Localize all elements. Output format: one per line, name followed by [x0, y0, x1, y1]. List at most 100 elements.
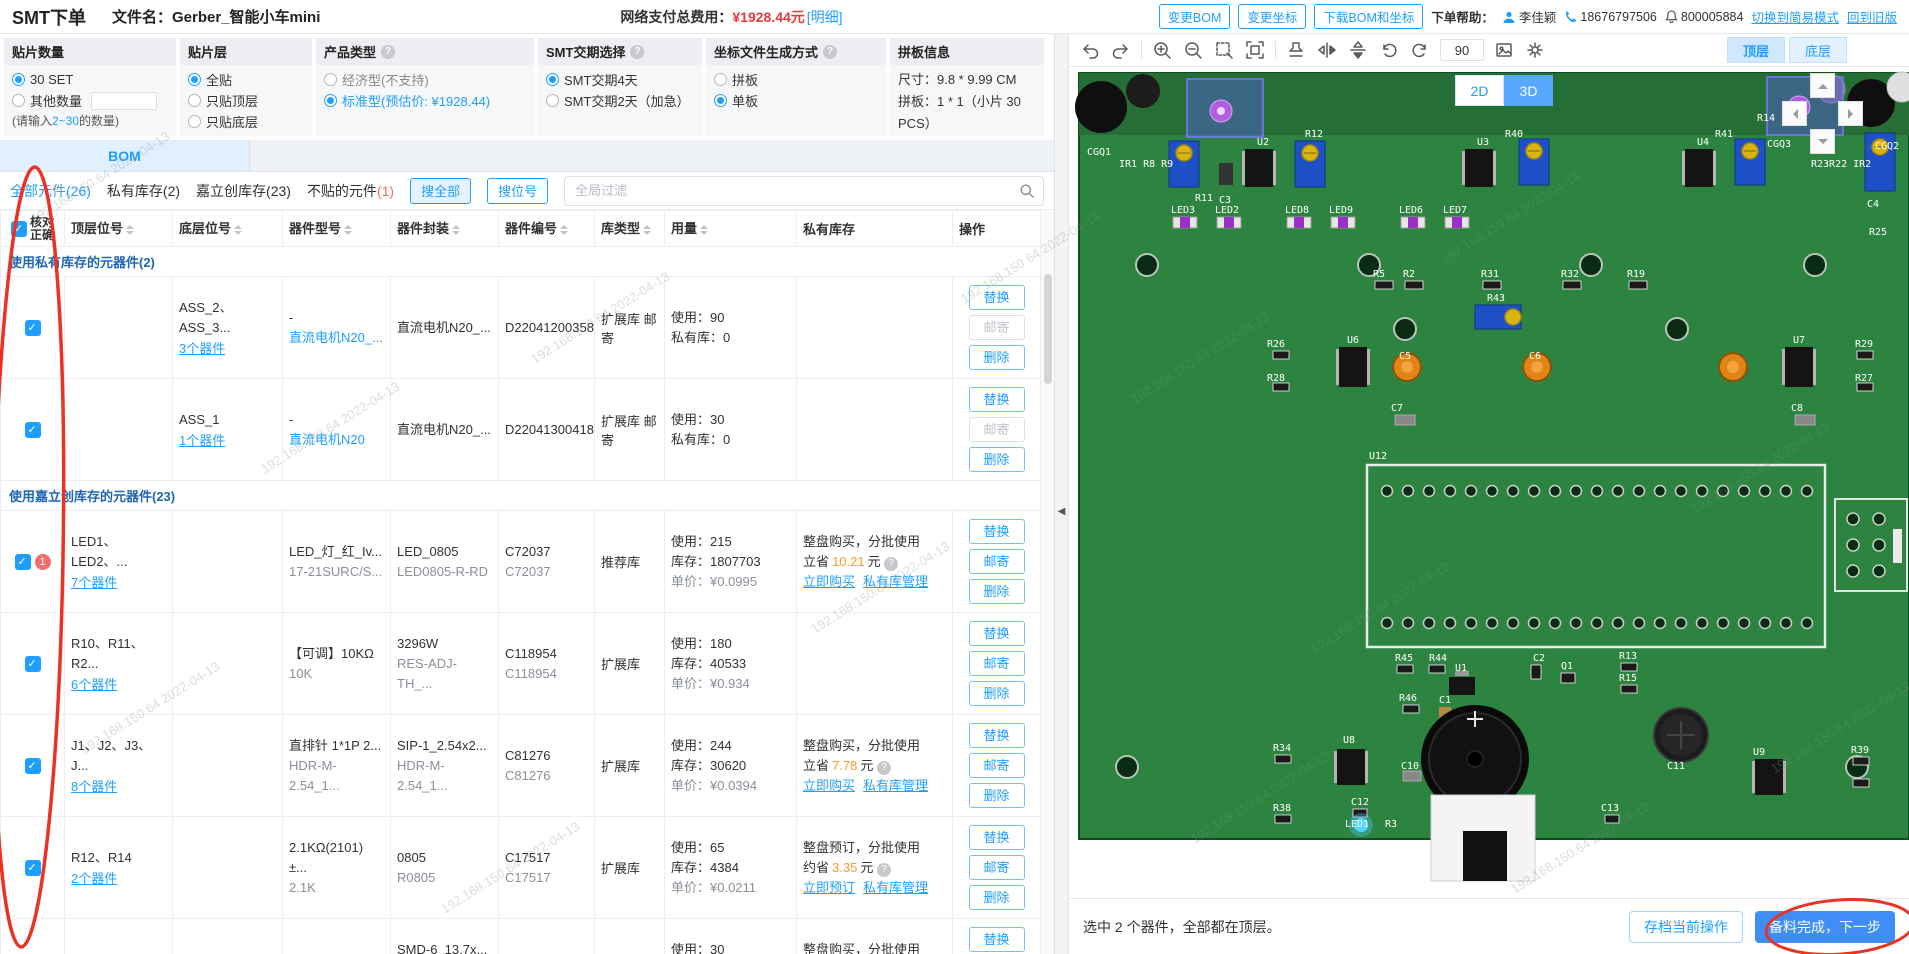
zoom-in-icon[interactable] [1151, 39, 1173, 61]
row-checkbox[interactable] [15, 554, 31, 570]
help-icon[interactable] [630, 45, 644, 59]
buy-now-link[interactable]: 立即预订 [803, 880, 855, 895]
filter-private-stock[interactable]: 私有库存(2) [107, 181, 180, 201]
delete-button[interactable]: 删除 [969, 345, 1025, 370]
delete-button[interactable]: 删除 [969, 681, 1025, 706]
pan-down-button[interactable] [1810, 129, 1835, 154]
bottom-layer-button[interactable]: 底层 [1789, 37, 1847, 63]
radio-leadtime-2d[interactable]: SMT交期2天（加急） [546, 90, 694, 111]
row-checkbox[interactable] [25, 422, 41, 438]
row-checkbox[interactable] [25, 656, 41, 672]
buy-now-link[interactable]: 立即购买 [803, 574, 855, 589]
tab-bom[interactable]: BOM [0, 140, 250, 171]
change-bom-button[interactable]: 变更BOM [1159, 4, 1230, 29]
rotate-left-icon[interactable] [1378, 39, 1400, 61]
top-layer-button[interactable]: 顶层 [1727, 37, 1785, 63]
sort-icon[interactable] [700, 221, 708, 239]
buy-now-link[interactable]: 立即购买 [803, 778, 855, 793]
switch-simple-mode-link[interactable]: 切换到简易模式 [1751, 7, 1839, 26]
mail-button[interactable]: 邮寄 [969, 651, 1025, 676]
private-stock-manage-link[interactable]: 私有库管理 [863, 778, 928, 793]
download-bom-button[interactable]: 下载BOM和坐标 [1314, 4, 1423, 29]
delete-button[interactable]: 删除 [969, 885, 1025, 910]
filter-all-components[interactable]: 全部元件(26) [10, 181, 91, 201]
collapse-panel-button[interactable] [1055, 489, 1068, 533]
fee-detail-link[interactable]: [明细] [807, 9, 843, 25]
zoom-window-icon[interactable] [1213, 39, 1235, 61]
stamp-icon[interactable] [1285, 39, 1307, 61]
mail-button[interactable]: 邮寄 [969, 855, 1025, 880]
sort-icon[interactable] [126, 221, 134, 239]
flip-horizontal-icon[interactable] [1316, 39, 1338, 61]
mail-button[interactable]: 邮寄 [969, 315, 1025, 340]
search-designator-button[interactable]: 搜位号 [487, 178, 548, 204]
row-checkbox[interactable] [25, 758, 41, 774]
view-2d-button[interactable]: 2D [1455, 75, 1504, 106]
qty-other-input[interactable] [91, 92, 157, 110]
component-count-link[interactable]: 6个器件 [71, 677, 117, 692]
help-icon[interactable] [823, 45, 837, 59]
mail-button[interactable]: 邮寄 [969, 549, 1025, 574]
private-stock-manage-link[interactable]: 私有库管理 [863, 574, 928, 589]
table-scrollbar[interactable] [1040, 210, 1054, 954]
radio-qty-30set[interactable]: 30 SET [12, 69, 168, 90]
flip-vertical-icon[interactable] [1347, 39, 1369, 61]
delete-button[interactable]: 删除 [969, 783, 1025, 808]
component-count-link[interactable]: 1个器件 [179, 433, 225, 448]
sort-icon[interactable] [560, 221, 568, 239]
mail-button[interactable]: 邮寄 [969, 753, 1025, 778]
radio-product-economy[interactable]: 经济型(不支持) [324, 69, 526, 90]
radio-qty-other[interactable]: 其他数量 [12, 90, 168, 111]
radio-layer-all[interactable]: 全贴 [188, 69, 304, 90]
filter-jlc-stock[interactable]: 嘉立创库存(23) [196, 181, 291, 201]
help-icon[interactable] [381, 45, 395, 59]
radio-coord-panel[interactable]: 拼板 [714, 69, 878, 90]
replace-button[interactable]: 替换 [969, 825, 1025, 850]
undo-icon[interactable] [1079, 39, 1101, 61]
replace-button[interactable]: 替换 [969, 519, 1025, 544]
pcb-canvas[interactable]: CGQ1IR1 R8 R9R11R12U2C3LED3LED2LED8LED9L… [1069, 67, 1909, 898]
global-filter-input[interactable] [564, 176, 1044, 206]
select-all-checkbox[interactable] [11, 221, 27, 237]
back-old-version-link[interactable]: 回到旧版 [1847, 7, 1897, 26]
search-all-button[interactable]: 搜全部 [410, 178, 471, 204]
radio-coord-single[interactable]: 单板 [714, 90, 878, 111]
pan-left-button[interactable] [1782, 101, 1807, 126]
zoom-out-icon[interactable] [1182, 39, 1204, 61]
filter-not-placed[interactable]: 不贴的元件(1) [307, 181, 394, 201]
panel-splitter[interactable] [1054, 34, 1069, 954]
scrollbar-thumb[interactable] [1044, 274, 1052, 384]
row-checkbox[interactable] [25, 860, 41, 876]
replace-button[interactable]: 替换 [969, 621, 1025, 646]
rotate-right-icon[interactable] [1409, 39, 1431, 61]
private-stock-manage-link[interactable]: 私有库管理 [863, 880, 928, 895]
component-count-link[interactable]: 3个器件 [179, 341, 225, 356]
zoom-fit-icon[interactable] [1244, 39, 1266, 61]
row-checkbox[interactable] [25, 320, 41, 336]
sort-icon[interactable] [452, 221, 460, 239]
sort-icon[interactable] [234, 221, 242, 239]
mail-button[interactable]: 邮寄 [969, 417, 1025, 442]
component-count-link[interactable]: 7个器件 [71, 575, 117, 590]
replace-button[interactable]: 替换 [969, 927, 1025, 952]
sort-icon[interactable] [643, 221, 651, 239]
view-3d-button[interactable]: 3D [1504, 75, 1553, 106]
pan-up-button[interactable] [1810, 73, 1835, 98]
radio-layer-top[interactable]: 只贴顶层 [188, 90, 304, 111]
replace-button[interactable]: 替换 [969, 285, 1025, 310]
delete-button[interactable]: 删除 [969, 579, 1025, 604]
snapshot-icon[interactable] [1493, 39, 1515, 61]
replace-button[interactable]: 替换 [969, 723, 1025, 748]
delete-button[interactable]: 删除 [969, 447, 1025, 472]
settings-gear-icon[interactable] [1524, 39, 1546, 61]
radio-product-standard[interactable]: 标准型(预估价: ¥1928.44) [324, 90, 526, 111]
rotation-angle-input[interactable] [1440, 39, 1484, 61]
change-coordinate-button[interactable]: 变更坐标 [1238, 4, 1306, 29]
component-count-link[interactable]: 8个器件 [71, 779, 117, 794]
replace-button[interactable]: 替换 [969, 387, 1025, 412]
radio-leadtime-4d[interactable]: SMT交期4天 [546, 69, 694, 90]
help-icon[interactable] [877, 863, 891, 877]
help-icon[interactable] [884, 557, 898, 571]
radio-layer-bottom[interactable]: 只贴底层 [188, 111, 304, 132]
component-count-link[interactable]: 2个器件 [71, 871, 117, 886]
